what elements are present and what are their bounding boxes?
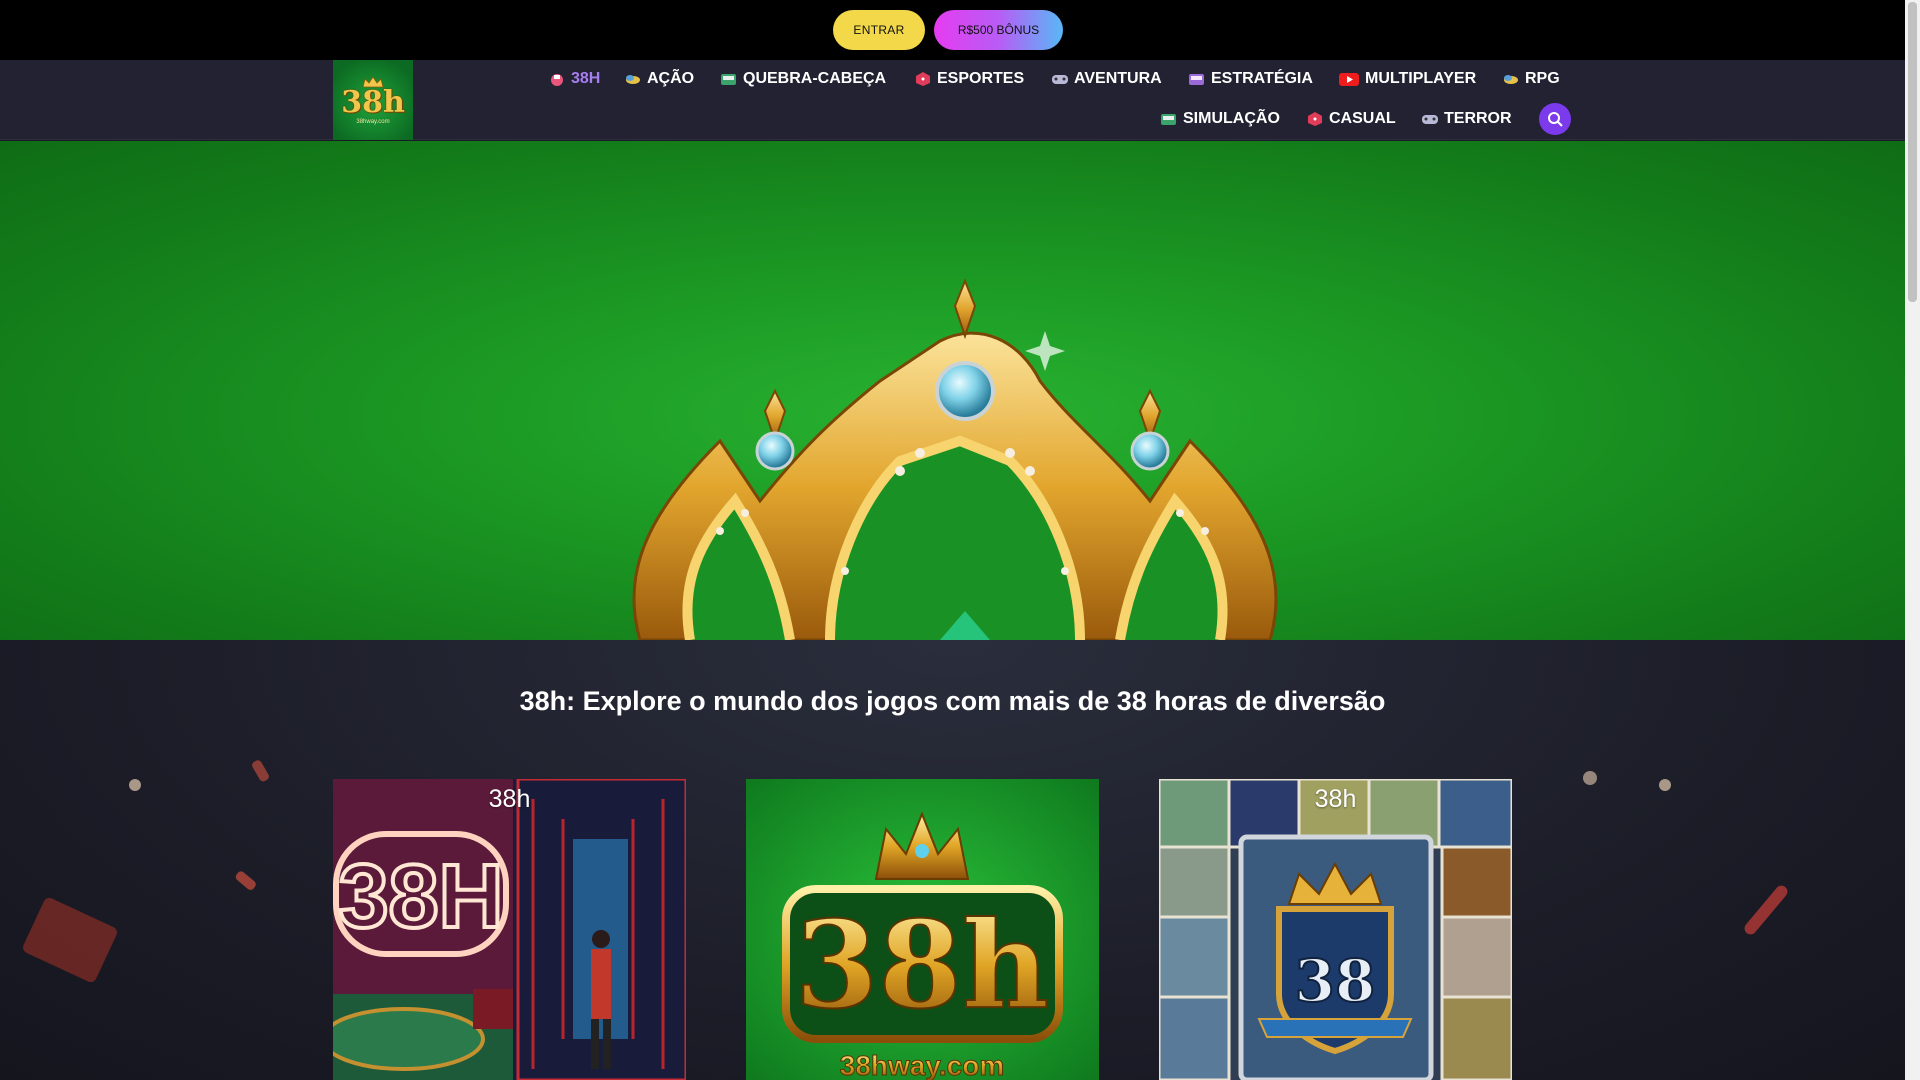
nav-item-terror[interactable]: TERROR <box>1421 107 1512 131</box>
nav-item-simulacao[interactable]: SIMULAÇÃO <box>1160 107 1280 131</box>
gamepad-icon <box>1051 72 1068 86</box>
game-card[interactable]: 38h 38hway.com <box>746 779 1099 1080</box>
site-logo[interactable]: 38h 38hway.com <box>333 60 413 140</box>
nav-item-acao[interactable]: AÇÃO <box>624 67 694 91</box>
nav-item-estrategia[interactable]: ESTRATÉGIA <box>1188 67 1313 91</box>
hero-banner <box>0 141 1905 640</box>
game-card[interactable]: 38h 38 <box>1159 779 1512 1080</box>
nav-item-label: TERROR <box>1444 110 1512 127</box>
nav-item-casual[interactable]: CASUAL <box>1306 107 1396 131</box>
nav-item-quebra-cabeca[interactable]: QUEBRA-CABEÇA <box>720 67 886 91</box>
nav-item-label: AÇÃO <box>647 70 695 87</box>
scrollbar-thumb[interactable] <box>1908 2 1917 302</box>
casino-icon <box>548 72 565 86</box>
nav-item-rpg[interactable]: RPG <box>1502 67 1560 91</box>
slot-machine-icon <box>1188 72 1205 86</box>
nav-item-label: MULTIPLAYER <box>1365 70 1477 87</box>
crown-illustration <box>632 278 1278 640</box>
nav-item-label: ESTRATÉGIA <box>1211 70 1313 87</box>
card-image-text: 38 <box>1295 947 1376 1015</box>
nav-item-label: ESPORTES <box>937 70 1025 87</box>
card-image-subtext: 38hway.com <box>840 1050 1004 1080</box>
card-label: 38h <box>488 785 531 813</box>
dice-icon <box>1306 112 1323 126</box>
card-image: 38H <box>333 779 686 1080</box>
nav-item-label: SIMULAÇÃO <box>1183 110 1280 127</box>
coins-icon <box>1502 72 1519 86</box>
nav-item-label: 38H <box>571 70 601 87</box>
login-button[interactable]: ENTRAR <box>833 10 925 50</box>
nav-item-label: QUEBRA-CABEÇA <box>743 70 887 87</box>
card-image: 38 <box>1159 779 1512 1080</box>
page-headline: 38h: Explore o mundo dos jogos com mais … <box>519 686 1386 716</box>
search-icon <box>1548 112 1563 127</box>
nav-item-multiplayer[interactable]: MULTIPLAYER <box>1339 67 1476 91</box>
search-button[interactable] <box>1539 103 1571 135</box>
nav-item-label: AVENTURA <box>1074 70 1162 87</box>
nav-item-label: RPG <box>1525 70 1560 87</box>
dice-icon <box>914 72 931 86</box>
logo-url: 38hway.com <box>356 118 390 125</box>
nav-item-aventura[interactable]: AVENTURA <box>1051 67 1162 91</box>
card-image-text: 38H <box>338 847 503 947</box>
game-card[interactable]: 38h 38H <box>333 779 686 1080</box>
coins-icon <box>624 72 641 86</box>
card-image: 38h 38hway.com <box>746 779 1099 1080</box>
video-icon <box>1339 72 1359 86</box>
bonus-button[interactable]: R$500 BÔNUS <box>934 10 1063 50</box>
nav-item-label: CASUAL <box>1329 110 1396 127</box>
nav-item-38h[interactable]: 38H <box>548 67 600 91</box>
slot-machine-icon <box>1160 112 1177 126</box>
card-image-text: 38h <box>795 895 1049 1036</box>
gamepad-icon <box>1421 112 1438 126</box>
card-label: 38h <box>1314 785 1357 813</box>
nav-item-esportes[interactable]: ESPORTES <box>914 67 1024 91</box>
slot-machine-icon <box>720 72 737 86</box>
logo-text: 38h <box>341 84 405 120</box>
